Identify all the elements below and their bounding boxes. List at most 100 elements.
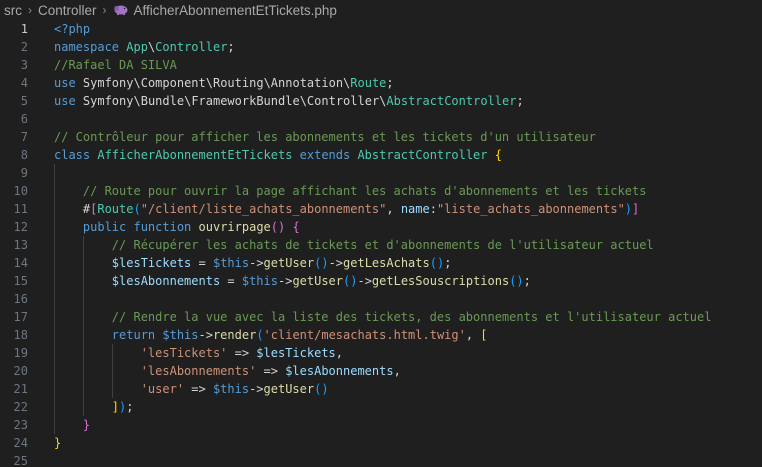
code-token: -> <box>357 274 372 288</box>
breadcrumb-item-file[interactable]: AfficherAbonnementEtTickets.php <box>134 3 337 18</box>
code-token: public <box>54 220 134 234</box>
code-token: 'lesTickets' <box>54 346 228 360</box>
line-number: 24 <box>13 436 28 450</box>
code-token: getUser <box>263 382 315 396</box>
code-editor[interactable]: src › Controller › AfficherAbonnementEtT… <box>0 0 762 467</box>
line-number: 1 <box>20 22 28 36</box>
indent-guide <box>82 290 84 308</box>
code-token: // Rendre la vue avec la liste des ticke… <box>54 310 712 324</box>
line-number: 5 <box>20 94 28 108</box>
code-token: namespace <box>54 40 127 54</box>
line-number: 6 <box>20 112 28 126</box>
code-line[interactable]: 9 <box>0 164 762 182</box>
code-text: // Rendre la vue avec la liste des ticke… <box>54 308 712 326</box>
code-line[interactable]: 3 //Rafael DA SILVA <box>0 56 762 74</box>
code-token: () <box>343 274 358 288</box>
line-number: 8 <box>20 148 28 162</box>
code-text: // Route pour ouvrir la page affichant l… <box>54 182 647 200</box>
code-text: 'lesTickets' => $lesTickets, <box>54 344 343 362</box>
code-token: "/client/liste_achats_abonnements" <box>140 202 387 216</box>
code-token: 'lesAbonnements' <box>54 364 257 378</box>
code-line[interactable]: 11 #[Route("/client/liste_achats_abonnem… <box>0 200 762 218</box>
code-line[interactable]: 2 namespace App\Controller; <box>0 38 762 56</box>
line-number: 25 <box>13 454 28 467</box>
code-line[interactable]: 15 $lesAbonnements = $this->getUser()->g… <box>0 272 762 290</box>
code-line[interactable]: 12 public function ouvrirpage() { <box>0 218 762 236</box>
code-line[interactable]: 16 <box>0 290 762 308</box>
code-line[interactable]: 14 $lesTickets = $this->getUser()->getLe… <box>0 254 762 272</box>
code-token: getUser <box>292 274 344 288</box>
code-token: Route <box>97 202 134 216</box>
code-token: , <box>335 346 344 360</box>
code-token: \ <box>263 76 271 90</box>
code-token: extends <box>299 148 358 162</box>
code-token: => <box>256 364 286 378</box>
code-text: } <box>54 434 61 452</box>
code-token: Routing <box>212 76 264 90</box>
code-line[interactable]: 13 // Récupérer les achats de tickets et… <box>0 236 762 254</box>
code-token: ] <box>54 400 120 414</box>
code-token: AbstractController <box>357 148 495 162</box>
line-number: 3 <box>20 58 28 72</box>
code-text: <?php <box>54 20 90 38</box>
code-line[interactable]: 21 'user' => $this->getUser() <box>0 380 762 398</box>
code-token: name <box>400 202 430 216</box>
code-token: use <box>54 76 83 90</box>
line-number: 16 <box>13 292 28 306</box>
code-token: $this <box>212 382 250 396</box>
code-token: \ <box>133 76 141 90</box>
code-line[interactable]: 24} <box>0 434 762 452</box>
code-line[interactable]: 4 use Symfony\Component\Routing\Annotatio… <box>0 74 762 92</box>
code-line[interactable]: 6 <box>0 110 762 128</box>
code-area[interactable]: 1 <?php 2 namespace App\Controller; 3//Rafae… <box>0 20 762 467</box>
code-text: return $this->render('client/mesachats.h… <box>54 326 488 344</box>
code-token: ouvrirpage <box>198 220 271 234</box>
code-line[interactable]: 25 <box>0 452 762 467</box>
line-number: 7 <box>20 130 28 144</box>
code-line[interactable]: 18 return $this->render('client/mesachat… <box>0 326 762 344</box>
code-token: \ <box>205 76 213 90</box>
code-token: $lesTickets <box>256 346 336 360</box>
code-token: $this <box>241 274 278 288</box>
line-number: 18 <box>13 328 28 342</box>
code-line[interactable]: 17 // Rendre la vue avec la liste des ti… <box>0 308 762 326</box>
breadcrumb: src › Controller › AfficherAbonnementEtT… <box>0 0 762 20</box>
code-token: -> <box>198 328 213 342</box>
code-token: ; <box>386 76 394 90</box>
code-token: FrameworkBundle <box>191 94 300 108</box>
code-token: \ <box>133 94 141 108</box>
code-token: ) <box>624 202 633 216</box>
code-token: ; <box>126 400 134 414</box>
code-token: $lesTickets <box>54 256 192 270</box>
code-text: class AfficherAbonnementEtTickets extend… <box>54 146 502 164</box>
breadcrumb-item-src[interactable]: src <box>4 3 22 18</box>
code-token: ( <box>133 202 141 216</box>
line-number: 4 <box>20 76 28 90</box>
code-line[interactable]: 5 use Symfony\Bundle\FrameworkBundle\Cont… <box>0 92 762 110</box>
code-line[interactable]: 22 ]); <box>0 398 762 416</box>
code-line[interactable]: 20 'lesAbonnements' => $lesAbonnements, <box>0 362 762 380</box>
code-token: -> <box>277 274 293 288</box>
code-line[interactable]: 10 // Route pour ouvrir la page affichan… <box>0 182 762 200</box>
code-line[interactable]: 7 // Contrôleur pour afficher les abonnem… <box>0 128 762 146</box>
code-token: // Contrôleur pour afficher les abonneme… <box>54 130 596 144</box>
code-text: namespace App\Controller; <box>54 38 235 56</box>
code-line[interactable]: 19 'lesTickets' => $lesTickets, <box>0 344 762 362</box>
breadcrumb-item-controller[interactable]: Controller <box>38 3 97 18</box>
chevron-right-icon: › <box>102 3 107 17</box>
code-line[interactable]: 1 <?php <box>0 20 762 38</box>
code-token: Bundle <box>140 94 185 108</box>
code-line[interactable]: 8 class AfficherAbonnementEtTickets exten… <box>0 146 762 164</box>
code-token: $this <box>162 328 199 342</box>
code-line[interactable]: 23 } <box>0 416 762 434</box>
code-text: use Symfony\Bundle\FrameworkBundle\Contr… <box>54 92 524 110</box>
indent-guide <box>54 290 55 308</box>
code-token: ; <box>444 256 452 270</box>
code-token: ( <box>256 328 264 342</box>
code-token: $lesAbonnements <box>285 364 394 378</box>
code-token: AfficherAbonnementEtTickets <box>97 148 300 162</box>
code-token: -> <box>249 382 264 396</box>
code-token: : <box>429 202 437 216</box>
code-token: [ <box>480 328 488 342</box>
line-number: 17 <box>13 310 28 324</box>
